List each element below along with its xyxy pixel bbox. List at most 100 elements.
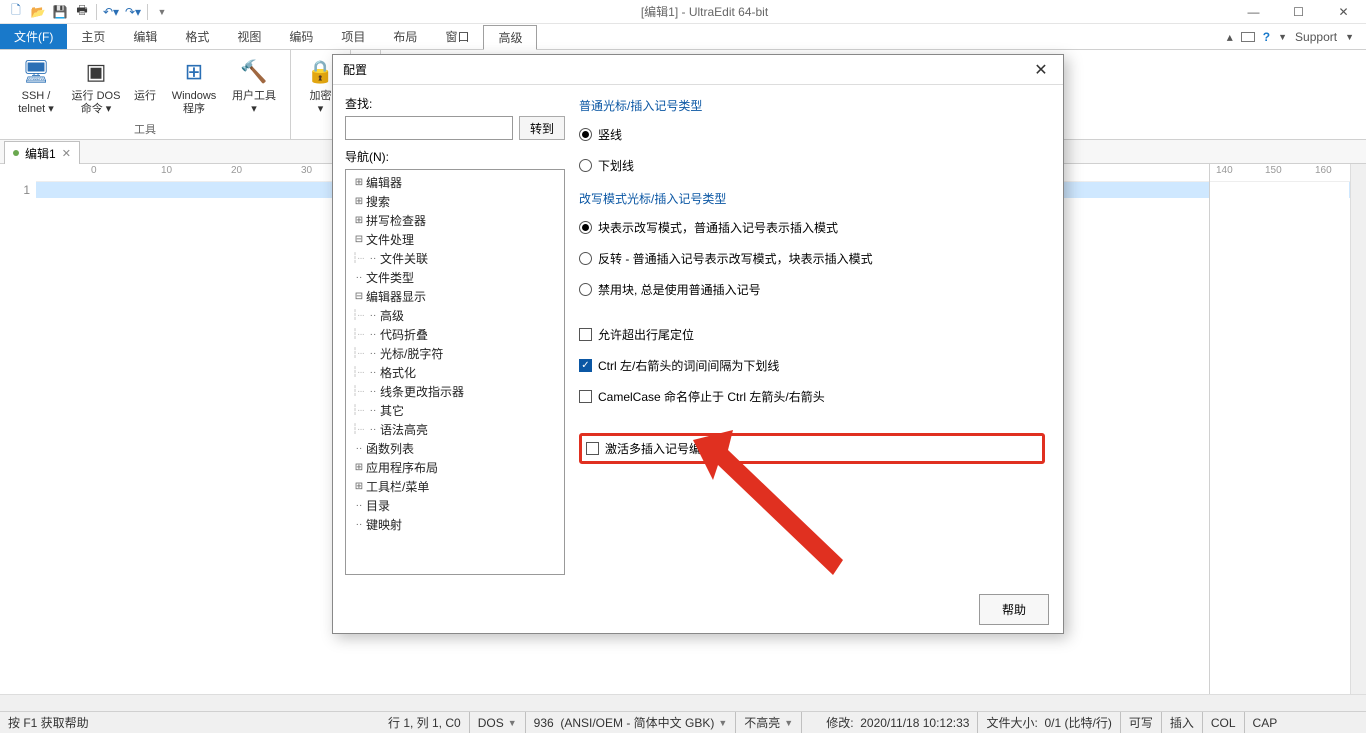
dropdown-icon[interactable]: ▼ <box>1345 32 1354 42</box>
menu-view[interactable]: 视图 <box>223 24 275 49</box>
status-bar: 按 F1 获取帮助 行 1, 列 1, C0 DOS▼ 936 (ANSI/OE… <box>0 711 1366 733</box>
ruler-mark: 150 <box>1265 165 1282 176</box>
horizontal-scrollbar[interactable] <box>0 694 1366 711</box>
ruler-mark: 0 <box>91 165 97 176</box>
line-number-gutter: 1 <box>0 182 36 694</box>
status-readwrite[interactable]: 可写 <box>1121 712 1162 733</box>
document-tab[interactable]: 编辑1 ✕ <box>4 141 80 165</box>
dialog-title: 配置 <box>343 61 367 78</box>
goto-button[interactable]: 转到 <box>519 116 565 140</box>
status-cap[interactable]: CAP <box>1245 712 1286 733</box>
run-dos-button[interactable]: ▣运行 DOS 命令 ▾ <box>68 54 124 116</box>
close-button[interactable]: ✕ <box>1321 0 1366 24</box>
status-filesize: 文件大小: 0/1 (比特/行) <box>978 712 1120 733</box>
dialog-close-button[interactable]: ✕ <box>1029 60 1053 80</box>
checkbox-ctrl-word-underline[interactable]: Ctrl 左/右箭头的词间间隔为下划线 <box>579 357 1045 374</box>
ribbon-group-tools: 🖥SSH / telnet ▾ ▣运行 DOS 命令 ▾ 运行 ⊞Windows… <box>0 50 291 139</box>
option-block-overwrite[interactable]: 块表示改写模式，普通插入记号表示插入模式 <box>579 219 1045 236</box>
separator <box>147 4 148 20</box>
tree-item[interactable]: ⊞编辑器 <box>348 173 562 192</box>
status-insert[interactable]: 插入 <box>1162 712 1203 733</box>
tree-item[interactable]: ┆·····格式化 <box>348 363 562 382</box>
dropdown-icon[interactable]: ▼ <box>1278 32 1287 42</box>
tree-item[interactable]: ··文件类型 <box>348 268 562 287</box>
tree-item[interactable]: ┆·····代码折叠 <box>348 325 562 344</box>
vertical-scrollbar[interactable] <box>1350 164 1366 694</box>
group-title: 改写模式光标/插入记号类型 <box>579 190 1045 207</box>
chevron-up-icon[interactable]: ▴ <box>1227 30 1233 44</box>
status-highlight[interactable]: 不高亮▼ <box>736 712 802 733</box>
status-position: 行 1, 列 1, C0 <box>380 712 470 733</box>
tree-item[interactable]: ⊟文件处理 <box>348 230 562 249</box>
status-line-ending[interactable]: DOS▼ <box>470 712 526 733</box>
menu-edit[interactable]: 编辑 <box>119 24 171 49</box>
status-col[interactable]: COL <box>1203 712 1245 733</box>
tree-item[interactable]: ⊞应用程序布局 <box>348 458 562 477</box>
qat-dropdown-icon[interactable]: ▼ <box>152 2 172 22</box>
find-label: 查找: <box>345 95 565 112</box>
dialog-titlebar: 配置 ✕ <box>333 55 1063 85</box>
console-icon: ▣ <box>80 56 112 88</box>
menu-file[interactable]: 文件(F) <box>0 24 67 49</box>
close-tab-icon[interactable]: ✕ <box>62 147 71 160</box>
menu-project[interactable]: 项目 <box>327 24 379 49</box>
checkbox-camelcase-stop[interactable]: CamelCase 命名停止于 Ctrl 左箭头/右箭头 <box>579 388 1045 405</box>
checkbox-icon <box>579 359 592 372</box>
nav-tree[interactable]: ⊞编辑器⊞搜索⊞拼写检查器⊟文件处理┆·····文件关联··文件类型⊟编辑器显示… <box>345 169 565 575</box>
dialog-left-panel: 查找: 转到 导航(N): ⊞编辑器⊞搜索⊞拼写检查器⊟文件处理┆·····文件… <box>345 95 565 575</box>
checkbox-allow-beyond-eol[interactable]: 允许超出行尾定位 <box>579 326 1045 343</box>
ruler: 140 150 160 <box>1210 164 1349 182</box>
open-file-icon[interactable]: 📂 <box>28 2 48 22</box>
help-icon[interactable]: ? <box>1263 30 1270 44</box>
user-tools-button[interactable]: 🔨用户工具 ▾ <box>226 54 282 116</box>
run-button[interactable]: 运行 <box>128 54 162 103</box>
tree-item[interactable]: ··键映射 <box>348 515 562 534</box>
minimize-button[interactable]: — <box>1231 0 1276 24</box>
tree-item[interactable]: ┆·····语法高亮 <box>348 420 562 439</box>
radio-icon <box>579 221 592 234</box>
checkbox-multi-caret[interactable]: 激活多插入记号编辑 <box>586 440 713 457</box>
undo-icon[interactable]: ↶▾ <box>101 2 121 22</box>
tree-item[interactable]: ⊞拼写检查器 <box>348 211 562 230</box>
ruler-mark: 10 <box>161 165 172 176</box>
layout-icon[interactable] <box>1241 32 1255 42</box>
maximize-button[interactable]: ☐ <box>1276 0 1321 24</box>
redo-icon[interactable]: ↷▾ <box>123 2 143 22</box>
find-input[interactable] <box>345 116 513 140</box>
help-button[interactable]: 帮助 <box>979 594 1049 625</box>
tree-item[interactable]: ┆·····其它 <box>348 401 562 420</box>
option-invert-overwrite[interactable]: 反转 - 普通插入记号表示改写模式，块表示插入模式 <box>579 250 1045 267</box>
menu-home[interactable]: 主页 <box>67 24 119 49</box>
menu-coding[interactable]: 编码 <box>275 24 327 49</box>
modified-indicator-icon <box>13 150 19 156</box>
tree-item[interactable]: ⊞工具栏/菜单 <box>348 477 562 496</box>
option-disable-block[interactable]: 禁用块, 总是使用普通插入记号 <box>579 281 1045 298</box>
windows-program-button[interactable]: ⊞Windows 程序 <box>166 54 222 116</box>
tree-item[interactable]: ┆·····线条更改指示器 <box>348 382 562 401</box>
run-icon <box>129 56 161 88</box>
new-file-icon[interactable]: 🗋 <box>6 2 26 22</box>
tree-item[interactable]: ··函数列表 <box>348 439 562 458</box>
radio-icon <box>579 252 592 265</box>
tree-item[interactable]: ┆·····文件关联 <box>348 249 562 268</box>
hammer-icon: 🔨 <box>238 56 270 88</box>
status-codepage[interactable]: 936 (ANSI/OEM - 简体中文 GBK)▼ <box>526 712 737 733</box>
menu-advanced[interactable]: 高级 <box>483 25 537 50</box>
ssh-telnet-button[interactable]: 🖥SSH / telnet ▾ <box>8 54 64 116</box>
menu-layout[interactable]: 布局 <box>379 24 431 49</box>
option-vertical-cursor[interactable]: 竖线 <box>579 126 1045 143</box>
menu-format[interactable]: 格式 <box>171 24 223 49</box>
tree-item[interactable]: ⊟编辑器显示 <box>348 287 562 306</box>
support-link[interactable]: Support <box>1295 30 1337 44</box>
tree-item[interactable]: ⊞搜索 <box>348 192 562 211</box>
tree-item[interactable]: ┆·····光标/脱字符 <box>348 344 562 363</box>
tree-item[interactable]: ··目录 <box>348 496 562 515</box>
dialog-footer: 帮助 <box>333 585 1063 633</box>
tree-item[interactable]: ┆·····高级 <box>348 306 562 325</box>
save-icon[interactable]: 💾 <box>50 2 70 22</box>
split-panel: 140 150 160 <box>1209 164 1349 694</box>
print-icon[interactable]: 🖶 <box>72 2 92 22</box>
menu-window[interactable]: 窗口 <box>431 24 483 49</box>
radio-icon <box>579 128 592 141</box>
option-underline-cursor[interactable]: 下划线 <box>579 157 1045 174</box>
